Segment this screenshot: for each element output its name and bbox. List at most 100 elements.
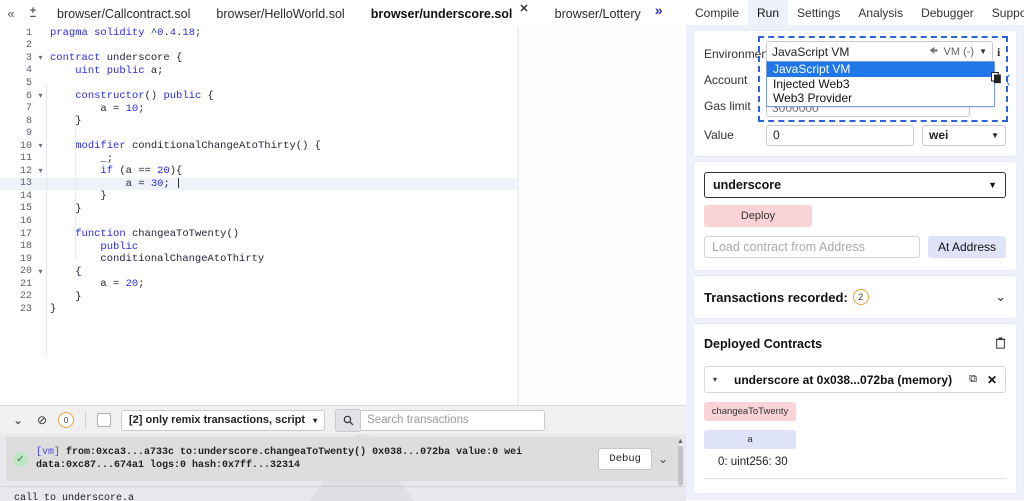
indent-guide xyxy=(75,115,76,261)
load-contract-address-input[interactable]: Load contract from Address xyxy=(704,236,920,258)
search-icon[interactable] xyxy=(335,408,361,432)
log-expand-icon[interactable]: ⌄ xyxy=(658,452,668,466)
line-number: 10 xyxy=(19,140,32,152)
fold-toggle-icon[interactable]: ▾ xyxy=(36,91,45,101)
code-line: 20 ▾ { xyxy=(0,265,517,278)
tab-helloworld[interactable]: browser/HelloWorld.sol xyxy=(203,0,358,27)
deploy-card: underscore ▼ Deploy Load contract from A… xyxy=(694,162,1016,270)
tab-close-icon[interactable]: ✕ xyxy=(519,4,528,15)
info-icon[interactable]: i xyxy=(997,45,1000,60)
chevron-down-icon[interactable]: ⌄ xyxy=(995,289,1006,305)
terminal-toolbar: ⌄ ⊘ 0 [2] only remix transactions, scrip… xyxy=(0,405,686,434)
env-option-javascript-vm[interactable]: JavaScript VM xyxy=(767,62,994,77)
terminal-collapse-icon[interactable]: ⌄ xyxy=(6,406,30,434)
search-transactions-input[interactable]: Search transactions xyxy=(360,409,546,431)
instance-name: underscore at 0x038...072ba (memory) xyxy=(733,372,953,387)
nav-compile[interactable]: Compile xyxy=(686,0,748,25)
code-text: a = 30; xyxy=(45,178,179,190)
code-text: public xyxy=(100,240,139,253)
terminal-clear-icon[interactable]: ⊘ xyxy=(30,406,54,434)
nav-debugger[interactable]: Debugger xyxy=(912,0,983,25)
fold-toggle-icon[interactable]: ▾ xyxy=(36,141,45,151)
tabs-overflow-icon[interactable]: » xyxy=(654,2,664,18)
scroll-up-icon[interactable]: ▲ xyxy=(677,438,684,445)
scrollbar-thumb[interactable] xyxy=(678,446,683,486)
success-icon: ✓ xyxy=(13,451,28,467)
code-lines: 1 pragma solidity ^0.4.18; 2 3 ▾ contract und… xyxy=(0,27,517,316)
code-line: 4 uint public a; xyxy=(0,65,517,78)
function-output: 0: uint256: 30 xyxy=(718,456,788,468)
tab-callcontract[interactable]: browser/Callcontract.sol xyxy=(44,0,204,27)
terminal-scrollbar[interactable]: ▲ xyxy=(677,438,684,496)
debug-button[interactable]: Debug xyxy=(598,448,652,470)
line-number: 3 xyxy=(25,52,32,64)
nav-support[interactable]: Support xyxy=(983,0,1024,25)
deploy-button[interactable]: Deploy xyxy=(704,205,812,227)
line-number: 8 xyxy=(25,115,32,127)
nav-run[interactable]: Run xyxy=(748,0,789,25)
close-icon[interactable]: ✕ xyxy=(987,373,997,387)
terminal-log-entry[interactable]: ✓ [vm] from:0xca3...a733c to:underscore.… xyxy=(6,437,680,481)
code-line: 5 xyxy=(0,77,517,90)
line-number: 14 xyxy=(19,190,32,202)
line-number: 15 xyxy=(19,203,32,215)
tab-lottery[interactable]: browser/Lottery xyxy=(541,0,654,27)
code-line: 13 a = 30; xyxy=(0,177,517,191)
font-decrease-icon[interactable]: − xyxy=(30,12,36,23)
terminal-filter-select[interactable]: [2] only remix transactions, script ▾ xyxy=(121,409,326,431)
at-address-button[interactable]: At Address xyxy=(927,236,1006,258)
value-input[interactable]: 0 xyxy=(766,124,914,146)
line-number: 16 xyxy=(19,215,32,227)
contract-select[interactable]: underscore ▼ xyxy=(704,172,1006,198)
environment-label: Environment xyxy=(704,47,772,61)
deployed-instance[interactable]: ▾ underscore at 0x038...072ba (memory) ⧉… xyxy=(704,366,1006,393)
code-editor[interactable]: 1 pragma solidity ^0.4.18; 2 3 ▾ contract und… xyxy=(0,27,517,405)
line-number: 18 xyxy=(19,241,32,253)
environment-dropdown-menu[interactable]: JavaScript VM Injected Web3 Web3 Provide… xyxy=(766,61,995,107)
value-unit-select[interactable]: wei ▼ xyxy=(922,124,1006,146)
terminal-filter-checkbox[interactable] xyxy=(97,413,111,427)
account-balance-icon[interactable]: ( xyxy=(1006,72,1010,86)
nav-analysis[interactable]: Analysis xyxy=(849,0,912,25)
code-line: 21 a = 20; xyxy=(0,278,517,291)
chevron-down-icon: ▾ xyxy=(313,415,318,425)
chevron-down-icon: ▼ xyxy=(988,180,997,190)
editor-tab-bar: « + − browser/Callcontract.sol browser/H… xyxy=(0,0,686,28)
nav-settings[interactable]: Settings xyxy=(788,0,849,25)
deployed-title: Deployed Contracts xyxy=(704,337,823,351)
chevron-down-icon: ▼ xyxy=(991,130,999,140)
editor-area: 1 pragma solidity ^0.4.18; 2 3 ▾ contract und… xyxy=(0,27,687,405)
line-number: 13 xyxy=(19,178,32,190)
fold-toggle-icon[interactable]: ▾ xyxy=(36,166,45,176)
code-text: a = 20; xyxy=(50,278,145,291)
value-row: Value 0 wei ▼ xyxy=(704,122,1006,148)
transactions-recorded-card[interactable]: Transactions recorded: 2 ⌄ xyxy=(694,276,1016,318)
trash-icon[interactable] xyxy=(995,336,1006,352)
editor-right-gutter xyxy=(518,27,687,405)
code-line: 18 public xyxy=(0,240,517,253)
function-button-changeatotwenty[interactable]: changeaToTwenty xyxy=(704,402,796,421)
collapse-panel-icon[interactable]: « xyxy=(0,0,22,27)
fold-toggle-icon[interactable]: ▾ xyxy=(36,53,45,63)
fold-toggle-icon[interactable]: ▾ xyxy=(36,267,45,277)
env-option-injected-web3[interactable]: Injected Web3 xyxy=(767,77,994,92)
deployed-header: Deployed Contracts xyxy=(704,334,1006,354)
code-line: 15 } xyxy=(0,203,517,216)
env-option-web3-provider[interactable]: Web3 Provider xyxy=(767,91,994,106)
code-line: 7 a = 10; xyxy=(0,102,517,115)
code-text: } xyxy=(50,202,82,215)
environment-select[interactable]: JavaScript VM VM (-) ▼ xyxy=(766,41,993,62)
environment-value: JavaScript VM xyxy=(772,44,850,59)
code-line: 12 ▾ if (a == 20){ xyxy=(0,165,517,178)
tab-label: browser/Lottery xyxy=(554,6,641,21)
function-button-a[interactable]: a xyxy=(704,430,796,449)
copy-icon[interactable]: ⧉ xyxy=(969,373,977,386)
terminal-pending-count[interactable]: 0 xyxy=(54,406,78,434)
line-number: 5 xyxy=(25,77,32,89)
code-line: 19 conditionalChangeAtoThirty xyxy=(0,253,517,266)
tab-underscore[interactable]: browser/underscore.sol ✕ xyxy=(357,0,542,27)
font-size-icon[interactable]: + − xyxy=(22,0,44,28)
line-number: 23 xyxy=(19,303,32,315)
account-copy-icon[interactable] xyxy=(990,71,1003,87)
terminal-panel: ⌄ ⊘ 0 [2] only remix transactions, scrip… xyxy=(0,405,686,501)
